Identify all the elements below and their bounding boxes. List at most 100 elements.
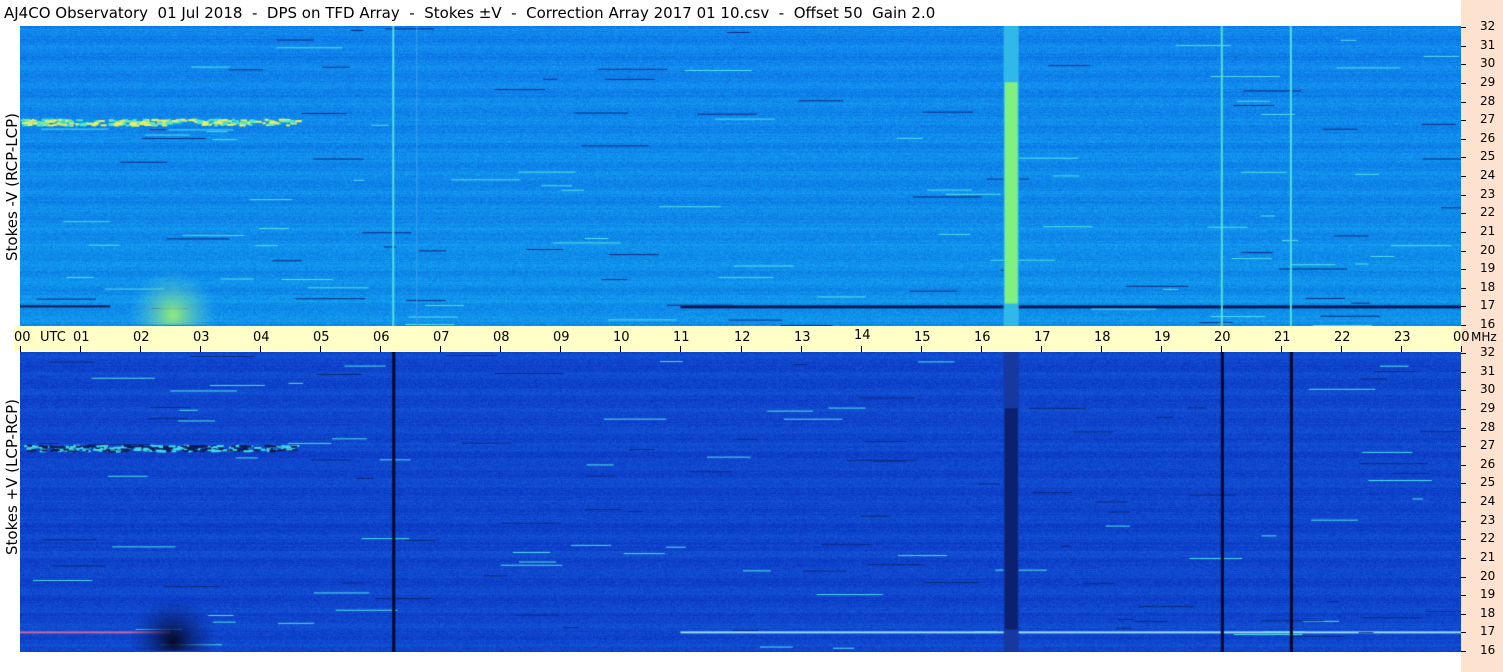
time-tick [140,346,141,352]
freq-tick-label: 30 [1480,56,1496,70]
time-tick [500,346,501,352]
freq-tick [1461,64,1466,65]
freq-tick [1461,102,1466,103]
time-tick-label: 19 [1154,330,1171,345]
time-tick [440,346,441,352]
time-tick-label: 18 [1094,330,1111,345]
freq-tick [1461,306,1466,307]
time-tick [1281,346,1282,352]
time-tick [981,346,982,352]
freq-tick [1461,139,1466,140]
spectrogram-bottom-canvas [20,352,1461,652]
ylabel-top: Stokes -V (RCP-LCP) [3,113,21,261]
freq-tick-label: 28 [1480,420,1496,434]
time-tick-label: 23 [1394,330,1411,345]
time-tick [200,346,201,352]
freq-tick [1461,46,1466,47]
time-tick-label: 02 [133,330,150,345]
freq-tick [1461,465,1466,466]
freq-tick-label: 18 [1480,606,1496,620]
freq-tick-label: 27 [1480,438,1496,452]
freq-tick [1461,353,1466,354]
freq-tick [1461,195,1466,196]
time-tick-label: 16 [974,330,991,345]
freq-tick-label: 30 [1480,382,1496,396]
freq-tick [1461,558,1466,559]
freq-tick-label: 25 [1480,149,1496,163]
time-tick-label: 13 [794,330,811,345]
time-tick [560,346,561,352]
time-tick-label: 12 [734,330,751,345]
freq-tick [1461,213,1466,214]
utc-unit-label: UTC [40,330,66,345]
freq-tick [1461,483,1466,484]
mhz-unit-label: MHz [1471,330,1497,344]
ylabel-bottom: Stokes +V (LCP-RCP) [3,399,21,555]
freq-tick [1461,409,1466,410]
time-tick [861,346,862,352]
freq-tick [1461,632,1466,633]
freq-tick-label: 23 [1480,187,1496,201]
spectrogram-top [20,26,1461,326]
freq-tick-label: 16 [1480,317,1496,331]
freq-tick [1461,288,1466,289]
freq-tick [1461,157,1466,158]
time-tick [320,346,321,352]
freq-tick [1461,83,1466,84]
freq-tick-label: 31 [1480,364,1496,378]
freq-tick [1461,595,1466,596]
time-tick [1401,346,1402,352]
time-tick [1341,346,1342,352]
freq-tick-label: 21 [1480,224,1496,238]
freq-tick-label: 29 [1480,401,1496,415]
time-tick-label: 17 [1034,330,1051,345]
freq-tick-label: 17 [1480,298,1496,312]
freq-tick-label: 28 [1480,94,1496,108]
time-tick-label: 09 [553,330,570,345]
freq-tick-label: 29 [1480,75,1496,89]
freq-tick-label: 24 [1480,494,1496,508]
time-tick-label: 07 [433,330,450,345]
time-tick [620,346,621,352]
freq-tick [1461,614,1466,615]
freq-tick-label: 16 [1480,643,1496,657]
time-tick [1461,346,1462,352]
time-tick-label: 08 [493,330,510,345]
time-tick [1221,346,1222,352]
time-tick-label: 06 [373,330,390,345]
spectrogram-top-canvas [20,26,1461,326]
time-tick [1101,346,1102,352]
spectrogram-bottom [20,352,1461,652]
time-tick-label: 20 [1214,330,1231,345]
time-tick-label: 10 [613,330,630,345]
time-tick-label: 11 [673,330,690,345]
time-axis: 00 01 02 03 04 05 06 07 08 09 10 11 12 13 14 15 16 17 18 19… [14,326,1470,352]
freq-tick-label: 23 [1480,513,1496,527]
time-tick-label: 21 [1274,330,1291,345]
freq-tick [1461,539,1466,540]
freq-tick-label: 20 [1480,243,1496,257]
time-tick [680,346,681,352]
time-tick-label: 05 [313,330,330,345]
time-tick [1041,346,1042,352]
freq-tick [1461,120,1466,121]
freq-tick-label: 21 [1480,550,1496,564]
freq-tick [1461,446,1466,447]
freq-tick-label: 27 [1480,112,1496,126]
freq-tick-label: 19 [1480,261,1496,275]
freq-tick-label: 32 [1480,19,1496,33]
freq-tick-label: 26 [1480,131,1496,145]
freq-tick-label: 22 [1480,205,1496,219]
time-tick-label: 15 [914,330,931,345]
freq-tick [1461,232,1466,233]
freq-tick [1461,577,1466,578]
freq-tick [1461,428,1466,429]
freq-tick [1461,521,1466,522]
freq-tick-label: 31 [1480,38,1496,52]
time-tick-label: 14 [854,328,871,343]
freq-tick-label: 26 [1480,457,1496,471]
time-tick [1161,346,1162,352]
freq-tick-label: 19 [1480,587,1496,601]
time-tick [260,346,261,352]
page-title: AJ4CO Observatory 01 Jul 2018 - DPS on T… [4,4,936,22]
